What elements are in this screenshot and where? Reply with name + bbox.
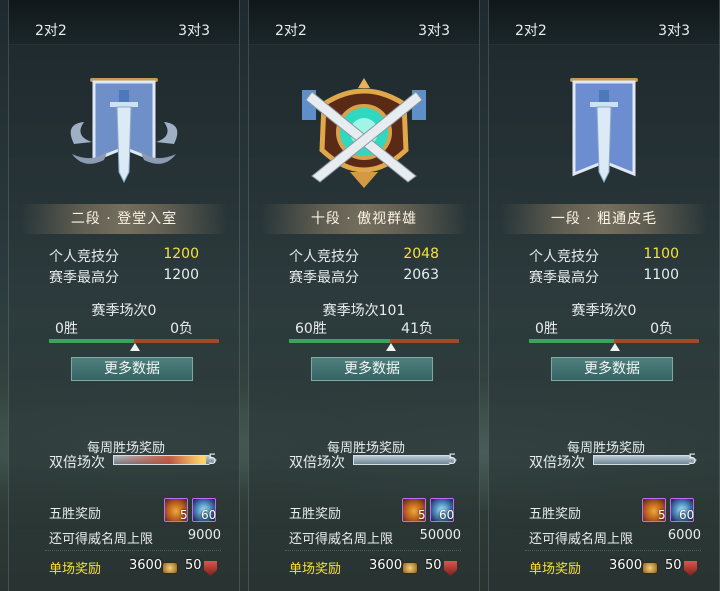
tab-2v2[interactable]: 2对2: [35, 20, 67, 40]
coin-icon: [162, 562, 178, 574]
season-games: 赛季场次101: [322, 303, 406, 319]
tab-3v3[interactable]: 3对3: [418, 20, 450, 40]
mode-tabs: 2对2 3对3: [489, 0, 719, 45]
personal-score-label: 个人竞技分: [529, 249, 599, 265]
shield-icon: [204, 561, 217, 576]
mode-tabs: 2对2 3对3: [249, 0, 479, 45]
double-matches-bar: [113, 455, 217, 465]
tab-3v3[interactable]: 3对3: [658, 20, 690, 40]
arena-card-3: 2对2 3对3 一段 · 粗通皮毛 个人竞技分 1100 赛季最高分 1100 …: [488, 0, 720, 591]
personal-score-label: 个人竞技分: [289, 249, 359, 265]
coin-icon: [402, 562, 418, 574]
win-ratio-marker: [130, 343, 140, 351]
weekly-cap-label: 还可得威名周上限: [529, 532, 634, 547]
win-fill: [49, 339, 134, 343]
arena-card-2: 2对2 3对3 十段 · 傲视群雄 个人竞技分 2048 赛季最高分 2063 …: [248, 0, 480, 591]
blue-banner-sword-icon: [570, 78, 638, 184]
staff-count: 60: [201, 508, 217, 522]
season-high-value: 2063: [403, 267, 439, 283]
season-games: 赛季场次0: [91, 303, 157, 319]
win-ratio-marker: [386, 343, 397, 351]
weekly-reward-title: 每周胜场奖励: [326, 441, 405, 456]
double-matches-label: 双倍场次: [289, 455, 345, 471]
staff-count: 60: [439, 508, 455, 522]
five-win-reward-label: 五胜奖励: [529, 507, 582, 522]
win-loss-bar: [289, 339, 459, 343]
personal-score-value: 1100: [643, 246, 679, 262]
win-fill: [289, 339, 390, 343]
silver-banner-sword-icon: [70, 78, 178, 184]
double-matches-label: 双倍场次: [49, 455, 105, 471]
season-high-label: 赛季最高分: [529, 270, 599, 286]
coin-reward-value: 3600: [609, 558, 643, 573]
coin-reward-value: 3600: [369, 558, 403, 573]
double-progress-fill: [114, 456, 206, 464]
coin-icon: [642, 562, 658, 574]
five-win-reward-label: 五胜奖励: [289, 507, 342, 522]
personal-score-label: 个人竞技分: [49, 249, 119, 265]
arena-card-1: 2对2 3对3 二段 · 登堂入室 个人竞技分 1200 赛季最高分 1200 …: [8, 0, 240, 591]
win-fill: [529, 339, 614, 343]
more-data-button[interactable]: 更多数据: [71, 357, 193, 381]
season-high-value: 1100: [643, 267, 679, 283]
weekly-cap-value: 9000: [187, 528, 221, 543]
shield-reward-value: 50: [425, 558, 442, 573]
five-win-reward-label: 五胜奖励: [49, 507, 102, 522]
season-high-label: 赛季最高分: [49, 270, 119, 286]
double-matches-count: 5: [448, 452, 457, 468]
weekly-reward-title: 每周胜场奖励: [86, 441, 165, 456]
chest-count: 5: [180, 508, 188, 522]
mode-tabs: 2对2 3对3: [9, 0, 239, 45]
chest-count: 5: [418, 508, 426, 522]
weekly-cap-value: 50000: [419, 528, 461, 543]
weekly-cap-label: 还可得威名周上限: [49, 532, 154, 547]
weekly-reward-title: 每周胜场奖励: [566, 441, 645, 456]
divider: [45, 550, 221, 552]
wins-count: 0胜: [535, 321, 558, 337]
shield-icon: [444, 561, 457, 576]
wins-count: 0胜: [55, 321, 78, 337]
divider: [525, 550, 701, 552]
losses-count: 0负: [650, 321, 673, 337]
staff-count: 60: [679, 508, 695, 522]
double-matches-bar: [353, 455, 457, 465]
season-games: 赛季场次0: [571, 303, 637, 319]
single-match-reward-label: 单场奖励: [529, 562, 582, 577]
divider: [285, 550, 461, 552]
double-matches-count: 5: [688, 452, 697, 468]
tab-3v3[interactable]: 3对3: [178, 20, 210, 40]
coin-reward-value: 3600: [129, 558, 163, 573]
double-matches-count: 5: [208, 452, 217, 468]
weekly-cap-value: 6000: [667, 528, 701, 543]
weekly-cap-label: 还可得威名周上限: [289, 532, 394, 547]
golden-crossed-swords-icon: [302, 78, 426, 188]
more-data-button[interactable]: 更多数据: [551, 357, 673, 381]
losses-count: 41负: [401, 321, 433, 337]
single-match-reward-label: 单场奖励: [49, 562, 102, 577]
tab-2v2[interactable]: 2对2: [515, 20, 547, 40]
chest-count: 5: [658, 508, 666, 522]
rank-title: 十段 · 傲视群雄: [261, 204, 467, 234]
double-matches-label: 双倍场次: [529, 455, 585, 471]
double-matches-bar: [593, 455, 697, 465]
losses-count: 0负: [170, 321, 193, 337]
shield-reward-value: 50: [665, 558, 682, 573]
shield-icon: [684, 561, 697, 576]
rank-title: 二段 · 登堂入室: [21, 204, 227, 234]
tab-2v2[interactable]: 2对2: [275, 20, 307, 40]
rank-title: 一段 · 粗通皮毛: [501, 204, 707, 234]
season-high-value: 1200: [163, 267, 199, 283]
win-ratio-marker: [610, 343, 620, 351]
single-match-reward-label: 单场奖励: [289, 562, 342, 577]
shield-reward-value: 50: [185, 558, 202, 573]
more-data-button[interactable]: 更多数据: [311, 357, 433, 381]
personal-score-value: 2048: [403, 246, 439, 262]
season-high-label: 赛季最高分: [289, 270, 359, 286]
personal-score-value: 1200: [163, 246, 199, 262]
wins-count: 60胜: [295, 321, 327, 337]
